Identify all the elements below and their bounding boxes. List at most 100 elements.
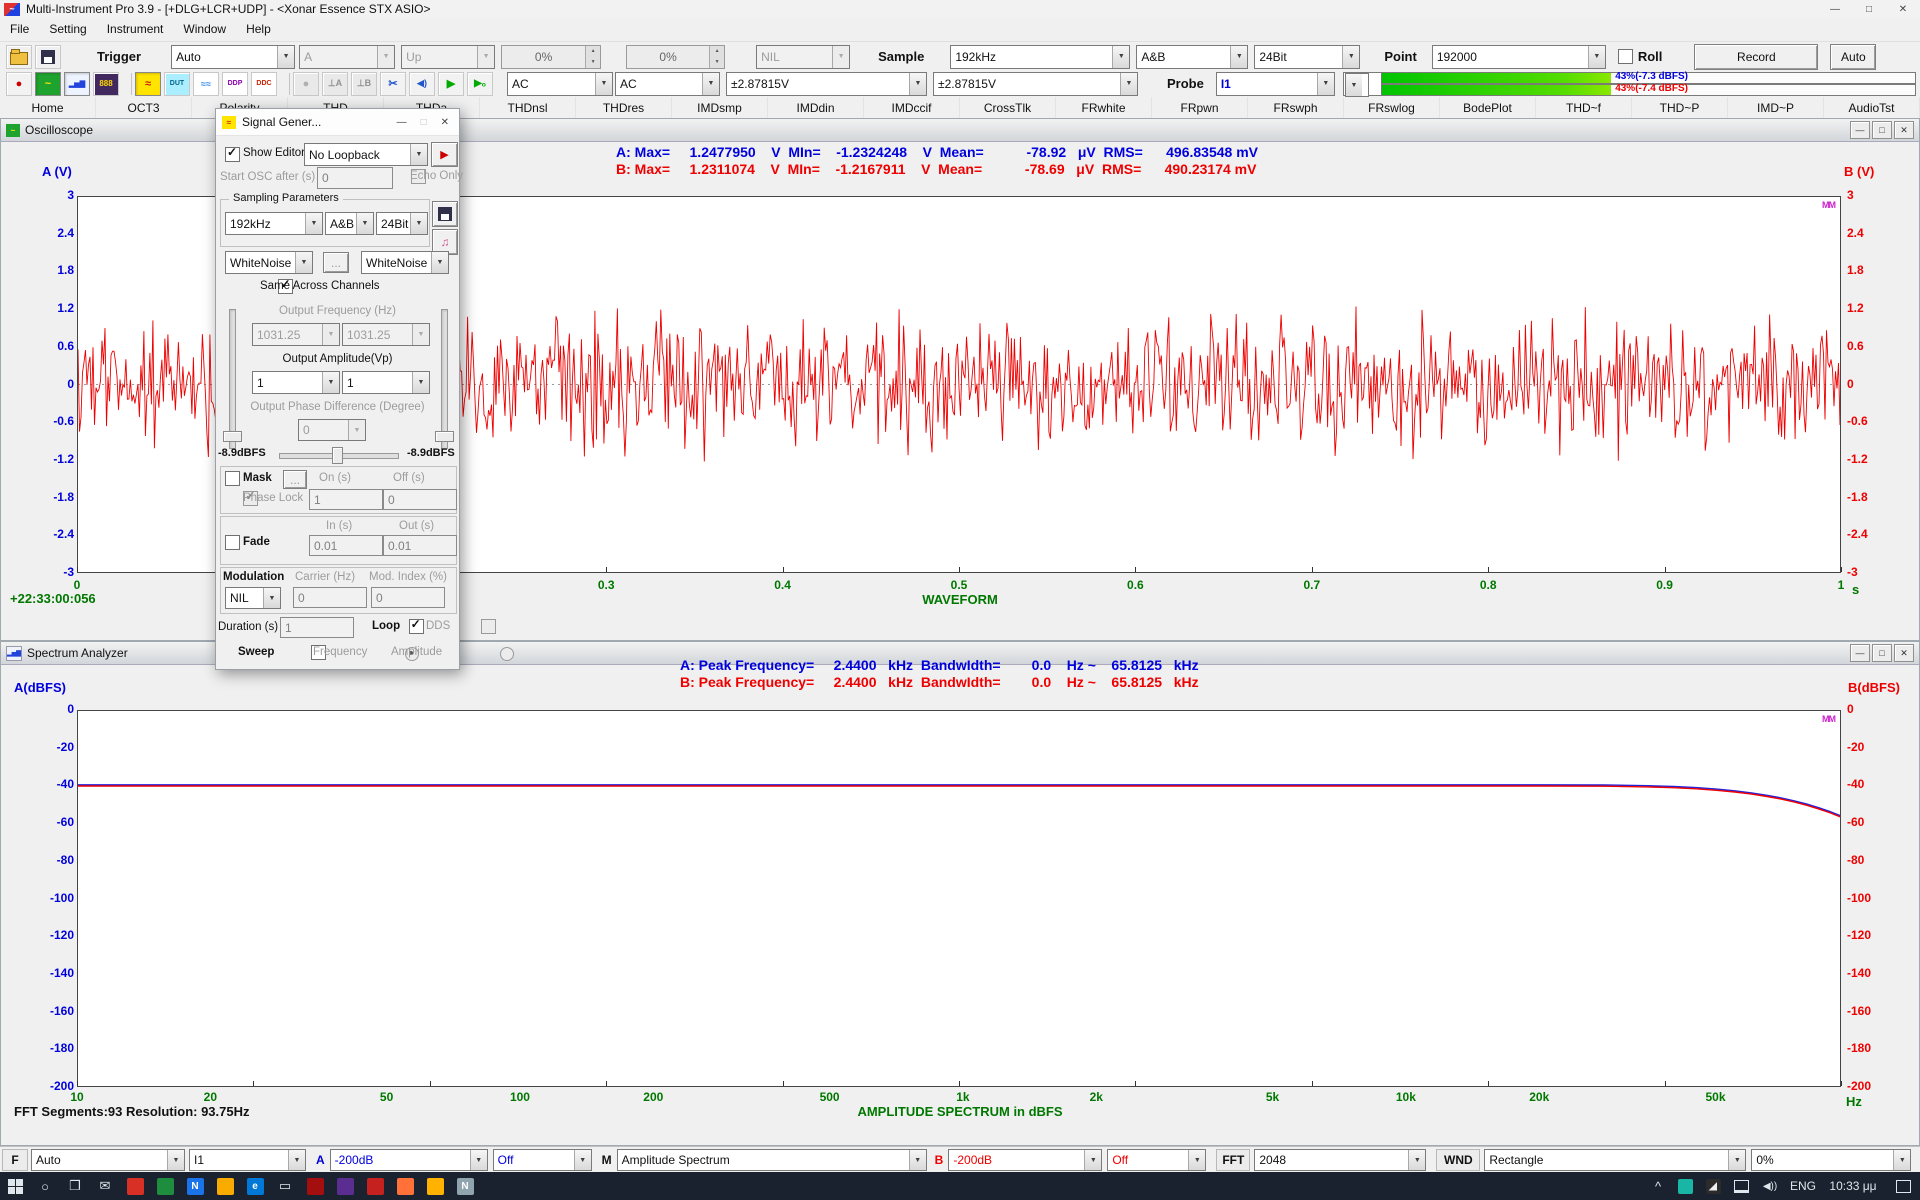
siggen-bits-arrow[interactable] bbox=[410, 213, 427, 234]
fft-size-combo[interactable]: 2048 bbox=[1254, 1149, 1426, 1171]
coupling-a-arrow[interactable] bbox=[595, 73, 612, 95]
sample-channels-combo[interactable]: A&B bbox=[1136, 45, 1248, 69]
edge-browser-icon[interactable]: e bbox=[240, 1172, 270, 1200]
a-hp-arrow[interactable] bbox=[574, 1150, 591, 1170]
freq-probe-combo[interactable]: I1 bbox=[189, 1149, 306, 1171]
amplitude-b-slider[interactable] bbox=[441, 309, 448, 449]
display-mode-combo[interactable]: Amplitude Spectrum bbox=[617, 1149, 927, 1171]
tab-crosstlk[interactable]: CrossTlk bbox=[960, 97, 1056, 118]
auto-button[interactable]: Auto bbox=[1830, 44, 1876, 70]
tab-frswph[interactable]: FRswph bbox=[1248, 97, 1344, 118]
window-type-combo[interactable]: Rectangle bbox=[1484, 1149, 1746, 1171]
siggen-channels-arrow[interactable] bbox=[356, 213, 373, 234]
waveform-b-combo[interactable]: WhiteNoise bbox=[361, 251, 449, 274]
record-icon[interactable]: ● bbox=[6, 72, 32, 96]
trigger-mode-arrow[interactable] bbox=[277, 46, 294, 68]
menu-file[interactable]: File bbox=[0, 18, 39, 40]
tab-home[interactable]: Home bbox=[0, 97, 96, 118]
waveform-a-arrow[interactable] bbox=[295, 252, 312, 273]
display-mode-arrow[interactable] bbox=[909, 1150, 926, 1170]
siggen-channels-combo[interactable]: A&B bbox=[325, 212, 374, 235]
meter-range-combo[interactable] bbox=[1345, 73, 1369, 97]
gpu-tray-icon[interactable]: ◢ bbox=[1700, 1172, 1726, 1200]
siggen-save-button[interactable] bbox=[432, 201, 458, 227]
a-range-arrow[interactable] bbox=[470, 1150, 487, 1170]
tab-thdres[interactable]: THDres bbox=[576, 97, 672, 118]
spectrum-cursor-icon[interactable]: MM bbox=[1822, 714, 1835, 724]
run-loop-icon[interactable]: ▶ₒ bbox=[467, 72, 493, 96]
menu-window[interactable]: Window bbox=[173, 18, 236, 40]
notes-app-icon[interactable]: N bbox=[450, 1172, 480, 1200]
probe-a-combo[interactable]: I1 bbox=[1216, 72, 1335, 96]
spectrum-analyzer-icon[interactable]: ▂▅▇ bbox=[64, 72, 90, 96]
roll-checkbox[interactable] bbox=[1618, 49, 1633, 64]
tab-imdccif[interactable]: IMDccif bbox=[864, 97, 960, 118]
mail-app-icon[interactable]: ✉ bbox=[90, 1172, 120, 1200]
open-icon[interactable] bbox=[6, 45, 32, 69]
oscilloscope-icon[interactable]: ~ bbox=[35, 72, 61, 96]
tab-thd-p[interactable]: THD~P bbox=[1632, 97, 1728, 118]
sample-channels-arrow[interactable] bbox=[1230, 46, 1247, 68]
tab-thd-f[interactable]: THD~f bbox=[1536, 97, 1632, 118]
waveform-a-combo[interactable]: WhiteNoise bbox=[225, 251, 313, 274]
amplitude-a-slider-thumb[interactable] bbox=[223, 431, 242, 442]
oscilloscope-maximize-button[interactable]: □ bbox=[1872, 121, 1892, 139]
tab-imddin[interactable]: IMDdin bbox=[768, 97, 864, 118]
probe-calibration-icon[interactable]: ✂ bbox=[380, 72, 406, 96]
phase-slider-thumb[interactable] bbox=[332, 447, 343, 464]
meter-range-arrow[interactable] bbox=[1346, 74, 1362, 96]
oscilloscope-minimize-button[interactable]: — bbox=[1850, 121, 1870, 139]
overlap-arrow[interactable] bbox=[1893, 1150, 1910, 1170]
device-test-plan-icon[interactable]: DUT bbox=[164, 72, 190, 96]
modulation-arrow[interactable] bbox=[263, 588, 280, 608]
siggen-rate-arrow[interactable] bbox=[305, 213, 322, 234]
language-indicator[interactable]: ENG bbox=[1786, 1172, 1820, 1200]
clock[interactable]: 10:33 μμ bbox=[1822, 1172, 1884, 1200]
b-range-arrow[interactable] bbox=[1084, 1150, 1101, 1170]
probe-a-arrow[interactable] bbox=[1317, 73, 1334, 95]
tab-frpwn[interactable]: FRpwn bbox=[1152, 97, 1248, 118]
overlap-combo[interactable]: 0% bbox=[1751, 1149, 1911, 1171]
amplitude-a-slider[interactable] bbox=[229, 309, 236, 449]
freq-probe-arrow[interactable] bbox=[288, 1150, 305, 1170]
coupling-b-combo[interactable]: AC bbox=[615, 72, 720, 96]
sample-rate-combo[interactable]: 192kHz bbox=[950, 45, 1130, 69]
volume-icon[interactable]: ◀)) bbox=[1756, 1172, 1784, 1200]
visual-studio-icon[interactable] bbox=[330, 1172, 360, 1200]
spectrum-plot[interactable] bbox=[77, 710, 1841, 1087]
fade-checkbox[interactable] bbox=[225, 535, 240, 550]
mouse-tray-icon[interactable] bbox=[1672, 1172, 1698, 1200]
tab-bodeplot[interactable]: BodePlot bbox=[1440, 97, 1536, 118]
app-red-icon[interactable] bbox=[120, 1172, 150, 1200]
spectrum-close-button[interactable]: ✕ bbox=[1894, 644, 1914, 662]
spectrum-maximize-button[interactable]: □ bbox=[1872, 644, 1892, 662]
window-close-button[interactable]: ✕ bbox=[1886, 0, 1920, 18]
siggen-minimize-button[interactable]: — bbox=[397, 117, 407, 128]
loopback-arrow[interactable] bbox=[410, 144, 427, 165]
network-icon[interactable] bbox=[1728, 1172, 1754, 1200]
amplitude-b-slider-thumb[interactable] bbox=[435, 431, 454, 442]
trigger-mode-combo[interactable]: Auto bbox=[171, 45, 295, 69]
amplitude-b-arrow[interactable] bbox=[412, 372, 429, 393]
tray-chevron-icon[interactable]: ^ bbox=[1646, 1172, 1670, 1200]
show-editor-checkbox[interactable] bbox=[225, 147, 240, 162]
loop-checkbox[interactable] bbox=[409, 619, 424, 634]
freq-mode-combo[interactable]: Auto bbox=[31, 1149, 185, 1171]
siggen-bits-combo[interactable]: 24Bit bbox=[376, 212, 428, 235]
task-view-icon[interactable]: ❒ bbox=[60, 1172, 90, 1200]
tab-frswlog[interactable]: FRswlog bbox=[1344, 97, 1440, 118]
amplitude-a-combo[interactable]: 1 bbox=[252, 371, 340, 394]
freq-mode-arrow[interactable] bbox=[167, 1150, 184, 1170]
fft-size-arrow[interactable] bbox=[1408, 1150, 1425, 1170]
app-blue-icon[interactable]: N bbox=[180, 1172, 210, 1200]
loopback-combo[interactable]: No Loopback bbox=[304, 143, 428, 166]
a-range-combo[interactable]: -200dB bbox=[330, 1149, 488, 1171]
coupling-a-combo[interactable]: AC bbox=[507, 72, 613, 96]
siggen-rate-combo[interactable]: 192kHz bbox=[225, 212, 323, 235]
firefox-icon[interactable] bbox=[390, 1172, 420, 1200]
b-hp-combo[interactable]: Off bbox=[1107, 1149, 1206, 1171]
signal-generator-icon[interactable]: ≈ bbox=[135, 72, 161, 96]
scope-cursor-icon[interactable]: MM bbox=[1822, 200, 1835, 210]
start-button[interactable] bbox=[0, 1172, 30, 1200]
sound-device-icon[interactable]: ◀) bbox=[409, 72, 435, 96]
